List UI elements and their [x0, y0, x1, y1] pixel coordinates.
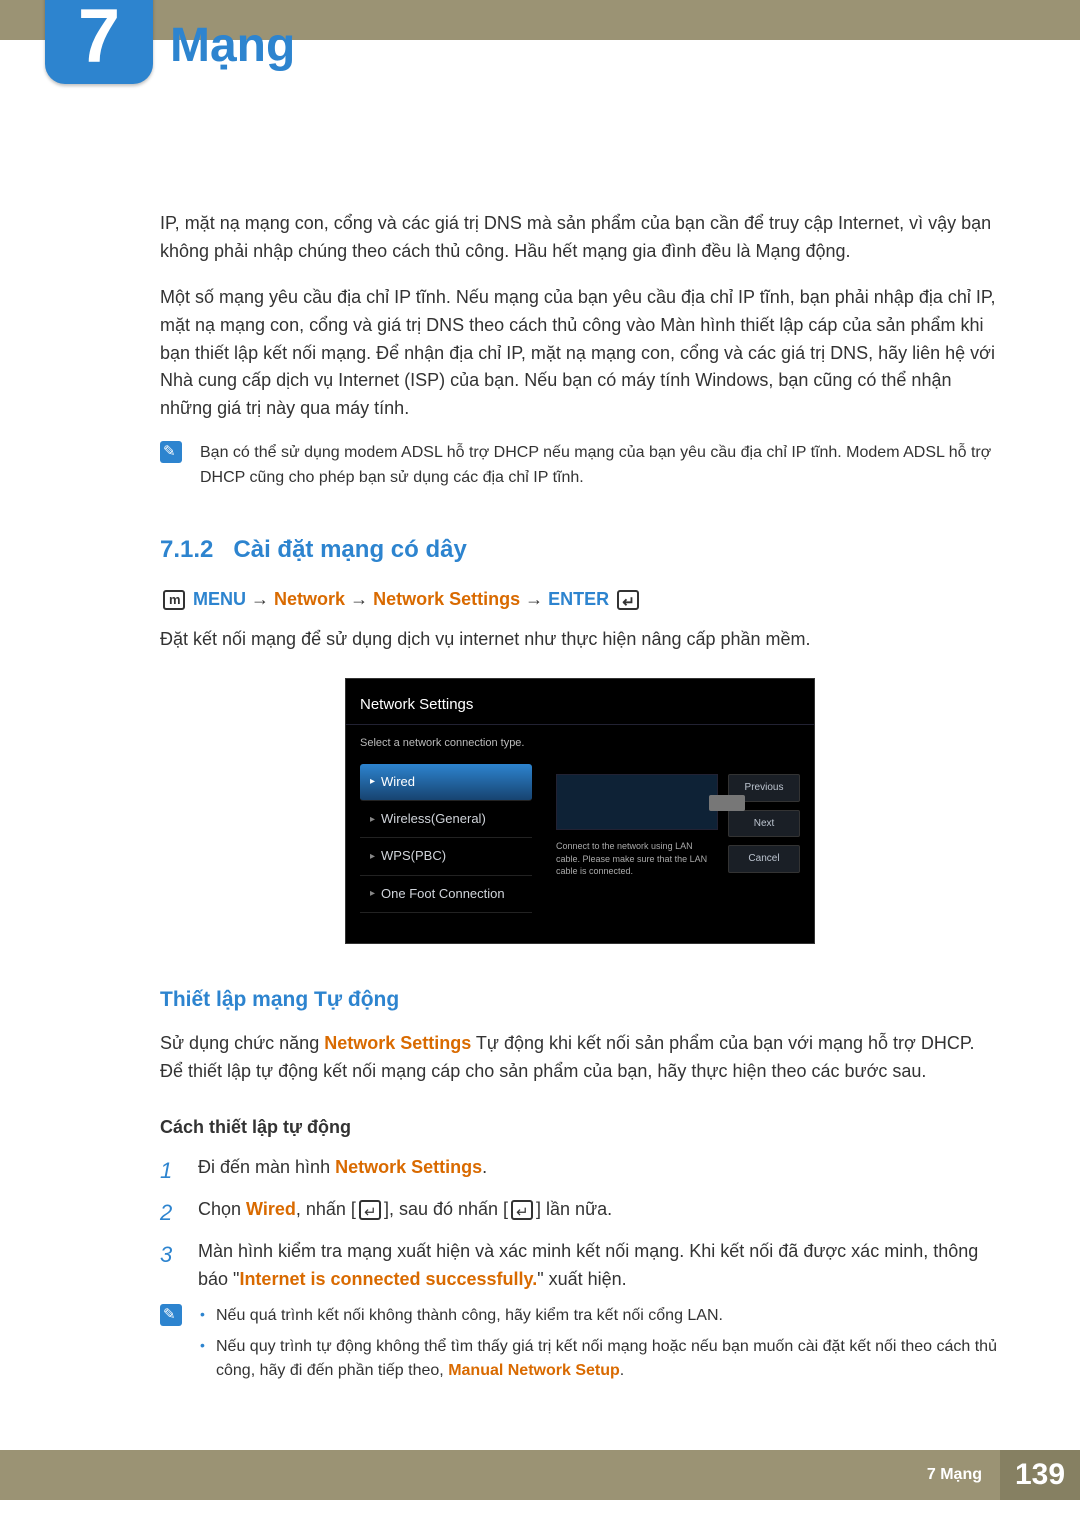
- intro-para-1: IP, mặt nạ mạng con, cổng và các giá trị…: [160, 210, 1000, 266]
- auto-setup-heading: Thiết lập mạng Tự động: [160, 984, 1000, 1017]
- note2-bullets: Nếu quá trình kết nối không thành công, …: [200, 1304, 1000, 1390]
- step-2: 2 Chọn Wired, nhấn [ ], sau đó nhấn [ ] lầ…: [160, 1196, 1000, 1230]
- intro-para-2: Một số mạng yêu cầu địa chỉ IP tĩnh. Nếu…: [160, 284, 1000, 423]
- ui-subtitle: Select a network connection type.: [346, 725, 814, 764]
- ui-connect-text: Connect to the network using LAN cable. …: [556, 840, 718, 878]
- cancel-button[interactable]: Cancel: [728, 845, 800, 873]
- header-bar: 7 Mạng: [0, 0, 1080, 40]
- section-number: 7.1.2: [160, 536, 213, 563]
- page-number: 139: [1000, 1450, 1080, 1500]
- menu-key-menu: MENU: [193, 589, 246, 609]
- s2-pre: Chọn: [198, 1199, 246, 1219]
- note2-b2-hl: Manual Network Setup: [448, 1362, 620, 1379]
- option-wps[interactable]: WPS(PBC): [360, 838, 532, 875]
- s2-hl: Wired: [246, 1199, 296, 1219]
- ui-option-list: Wired Wireless(General) WPS(PBC) One Foo…: [346, 764, 546, 913]
- footer-bar: 7 Mạng 139: [0, 1450, 1080, 1500]
- menu-path: MENU → Network → Network Settings → ENTE…: [160, 586, 1000, 614]
- section-title: Cài đặt mạng có dây: [233, 536, 466, 563]
- option-wireless[interactable]: Wireless(General): [360, 801, 532, 838]
- s2-mid: , nhấn [: [296, 1199, 356, 1219]
- menu-key-enter: ENTER: [548, 589, 609, 609]
- s2-pre2: ], sau đó nhấn [: [384, 1199, 508, 1219]
- option-wired[interactable]: Wired: [360, 764, 532, 801]
- auto-para-hl: Network Settings: [324, 1033, 471, 1053]
- chapter-badge: 7: [45, 0, 153, 84]
- step-number: 1: [160, 1154, 184, 1188]
- option-onefoot[interactable]: One Foot Connection: [360, 876, 532, 913]
- menu-path-network: Network: [274, 589, 345, 609]
- enter-icon: [511, 1200, 533, 1220]
- section-heading-712: 7.1.2 Cài đặt mạng có dây: [160, 531, 1000, 568]
- note-icon: [160, 441, 182, 463]
- s3-post: " xuất hiện.: [537, 1269, 626, 1289]
- after-menu-text: Đặt kết nối mạng để sử dụng dịch vụ inte…: [160, 626, 1000, 654]
- menu-path-network-settings: Network Settings: [373, 589, 520, 609]
- auto-setup-subheading: Cách thiết lập tự động: [160, 1114, 1000, 1142]
- footer-label: 7 Mạng: [927, 1466, 982, 1484]
- steps-list: 1 Đi đến màn hình Network Settings. 2 Ch…: [160, 1154, 1000, 1294]
- page-content: IP, mặt nạ mạng con, cổng và các giá trị…: [0, 40, 1080, 1390]
- note-text-1: Bạn có thể sử dụng modem ADSL hỗ trợ DHC…: [200, 441, 1000, 491]
- step-3: 3 Màn hình kiểm tra mạng xuất hiện và xá…: [160, 1238, 1000, 1294]
- s3-hl: Internet is connected successfully.: [239, 1269, 537, 1289]
- s2-post: ] lần nữa.: [536, 1199, 612, 1219]
- step-number: 3: [160, 1238, 184, 1294]
- chapter-title: Mạng: [170, 18, 295, 73]
- menu-icon: [163, 590, 185, 610]
- s1-pre: Đi đến màn hình: [198, 1157, 335, 1177]
- ui-buttons: Previous Next Cancel: [728, 764, 814, 913]
- auto-para-pre: Sử dụng chức năng: [160, 1033, 324, 1053]
- note-icon: [160, 1304, 182, 1326]
- auto-setup-para: Sử dụng chức năng Network Settings Tự độ…: [160, 1030, 1000, 1086]
- lan-cable-illustration: [556, 774, 718, 830]
- s1-post: .: [482, 1157, 487, 1177]
- step-number: 2: [160, 1196, 184, 1230]
- enter-icon: [617, 590, 639, 610]
- note2-bullet-2: Nếu quy trình tự động không thể tìm thấy…: [200, 1335, 1000, 1385]
- note2-bullet-1: Nếu quá trình kết nối không thành công, …: [200, 1304, 1000, 1329]
- enter-icon: [359, 1200, 381, 1220]
- ui-title: Network Settings: [346, 693, 814, 725]
- note2-b2-post: .: [620, 1362, 624, 1379]
- s1-hl: Network Settings: [335, 1157, 482, 1177]
- note-block-1: Bạn có thể sử dụng modem ADSL hỗ trợ DHC…: [160, 441, 1000, 491]
- next-button[interactable]: Next: [728, 810, 800, 838]
- step-1: 1 Đi đến màn hình Network Settings.: [160, 1154, 1000, 1188]
- ui-illustration: Connect to the network using LAN cable. …: [546, 764, 728, 913]
- note-block-2: Nếu quá trình kết nối không thành công, …: [160, 1304, 1000, 1390]
- network-settings-screenshot: Network Settings Select a network connec…: [345, 678, 815, 944]
